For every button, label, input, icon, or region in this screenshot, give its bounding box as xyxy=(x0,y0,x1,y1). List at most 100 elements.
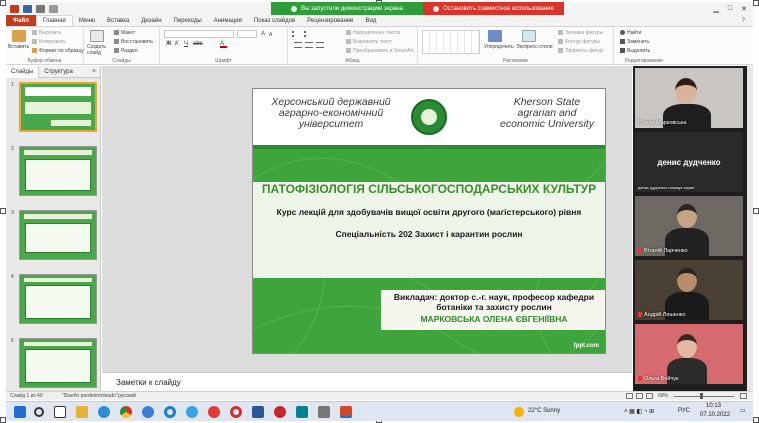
save-icon[interactable] xyxy=(23,4,32,13)
app-blue-icon[interactable] xyxy=(142,406,154,418)
slide-thumbnail-1[interactable]: 1 xyxy=(9,82,99,134)
quick-styles-button[interactable]: Экспресс-стили xyxy=(516,44,553,50)
strike-icon[interactable]: abc xyxy=(193,41,203,47)
tab-home[interactable]: Главная xyxy=(35,15,73,26)
current-slide[interactable]: Херсонський державний аграрно-економічни… xyxy=(252,88,606,354)
bold-icon[interactable]: Ж xyxy=(166,41,171,47)
language-indicator[interactable]: русский xyxy=(118,393,136,399)
section-button[interactable]: Раздел xyxy=(114,48,138,54)
text-direction-button[interactable]: Направление текста xyxy=(346,30,400,36)
tab-review[interactable]: Рецензирование xyxy=(301,15,359,26)
stop-share-button[interactable]: Остановить совместное использование xyxy=(423,2,564,15)
zoom-level[interactable]: 69% xyxy=(658,393,668,399)
maximize-icon[interactable]: □ xyxy=(728,5,732,12)
task-view-icon[interactable] xyxy=(54,406,66,418)
search-icon[interactable] xyxy=(34,407,44,417)
shape-outline-button[interactable]: Контур фигуры xyxy=(558,39,600,45)
input-language[interactable]: РУС xyxy=(678,408,690,414)
undo-icon[interactable] xyxy=(36,4,45,13)
telegram-icon[interactable] xyxy=(186,406,198,418)
italic-icon[interactable]: К xyxy=(175,41,179,47)
tab-outline[interactable]: Структура xyxy=(39,69,77,75)
fit-slide-icon[interactable] xyxy=(740,393,747,399)
close-icon[interactable]: ✕ xyxy=(741,5,747,13)
tab-menu[interactable]: Меню xyxy=(73,15,101,26)
view-normal-icon[interactable] xyxy=(626,393,633,399)
clock-time[interactable]: 10:13 xyxy=(706,403,721,409)
notification-icon[interactable]: ▭ xyxy=(740,407,746,414)
new-slide-button[interactable]: Создать слайд xyxy=(87,44,109,56)
slide-subtitle-specialty[interactable]: Спеціальність 202 Захист і карантин росл… xyxy=(253,229,605,239)
opera-icon[interactable] xyxy=(230,406,242,418)
tab-file[interactable]: Файл xyxy=(6,15,36,26)
app-ring-icon[interactable] xyxy=(164,406,176,418)
font-color-icon[interactable]: A xyxy=(220,41,227,48)
participant-tile[interactable]: денис дудченко денис дудченко показує ек… xyxy=(635,132,743,192)
slide-thumbnail-5[interactable]: 5 xyxy=(9,338,99,390)
explorer-icon[interactable] xyxy=(76,406,88,418)
clock-date[interactable]: 07.10.2022 xyxy=(700,412,730,418)
align-center-icon[interactable] xyxy=(305,42,313,48)
view-reading-icon[interactable] xyxy=(646,393,653,399)
participant-tile[interactable]: Олена Марковська xyxy=(635,68,743,128)
zoom-slider-thumb[interactable] xyxy=(700,393,703,399)
close-panel-icon[interactable]: × xyxy=(92,68,96,75)
tab-slideshow[interactable]: Показ слайдов xyxy=(248,15,301,26)
tab-transitions[interactable]: Переходы xyxy=(168,15,208,26)
new-slide-icon[interactable] xyxy=(90,30,104,42)
slide-subtitle-course[interactable]: Курс лекцій для здобувачів вищої освіти … xyxy=(253,207,605,217)
tab-slides[interactable]: Слайды xyxy=(6,65,40,78)
tab-animations[interactable]: Анимация xyxy=(208,15,248,26)
zoom-slider[interactable] xyxy=(674,396,734,397)
slide-thumbnail-4[interactable]: 4 xyxy=(9,274,99,326)
shape-effects-button[interactable]: Эффекты фигур xyxy=(558,48,603,54)
font-grow-icon[interactable]: A xyxy=(261,31,265,37)
paste-button[interactable]: Вставить xyxy=(8,44,29,50)
font-size-select[interactable] xyxy=(237,30,257,38)
word-icon[interactable] xyxy=(252,406,264,418)
chrome-icon[interactable] xyxy=(120,406,132,418)
numbering-icon[interactable] xyxy=(304,31,312,37)
tray-icons[interactable]: ˄ ▦ ◧ ◔ ⊞ xyxy=(624,408,654,415)
minimize-icon[interactable]: ▁ xyxy=(714,5,719,13)
lecturer-name[interactable]: МАРКОВСЬКА ОЛЕНА ЄВГЕНІЇВНА xyxy=(381,314,605,324)
app-red-icon[interactable] xyxy=(274,406,286,418)
copy-button[interactable]: Копировать xyxy=(32,39,66,45)
weather-text[interactable]: 22°C Sunny xyxy=(528,408,560,414)
participant-tile[interactable]: Ольга Бойчук xyxy=(635,324,743,384)
participant-tile[interactable]: Андрій Ляшенко xyxy=(635,260,743,320)
align-right-icon[interactable] xyxy=(316,42,324,48)
bullets-icon[interactable] xyxy=(292,31,300,37)
app-teal-icon[interactable] xyxy=(296,406,308,418)
layout-button[interactable]: Макет xyxy=(114,30,135,36)
underline-icon[interactable]: Ч xyxy=(184,41,188,47)
help-icon[interactable]: ? xyxy=(742,18,745,24)
slide-thumbnail-3[interactable]: 3 xyxy=(9,210,99,262)
find-button[interactable]: Найти xyxy=(620,30,641,36)
participant-tile[interactable]: Віталій Ларченко xyxy=(635,196,743,256)
arrange-icon[interactable] xyxy=(488,30,502,42)
tab-view[interactable]: Вид xyxy=(360,15,383,26)
format-painter-button[interactable]: Формат по образцу xyxy=(32,48,84,54)
smartart-button[interactable]: Преобразовать в SmartArt xyxy=(346,48,414,54)
align-left-icon[interactable] xyxy=(294,42,302,48)
redo-icon[interactable] xyxy=(49,4,58,13)
edge-icon[interactable] xyxy=(98,406,110,418)
lecturer-text[interactable]: Викладач: доктор с.-г. наук, професор ка… xyxy=(381,292,605,312)
shape-fill-button[interactable]: Заливка фигуры xyxy=(558,30,603,36)
cut-button[interactable]: Вырезать xyxy=(32,30,61,36)
windows-start-icon[interactable] xyxy=(14,406,26,418)
tab-design[interactable]: Дизайн xyxy=(135,15,167,26)
notes-pane[interactable]: Заметки к слайду xyxy=(102,372,632,391)
shapes-gallery[interactable] xyxy=(422,30,480,54)
replace-button[interactable]: Заменить xyxy=(620,39,649,45)
quick-styles-icon[interactable] xyxy=(522,30,536,42)
powerpoint-icon[interactable] xyxy=(340,406,352,418)
tab-insert[interactable]: Вставка xyxy=(101,15,135,26)
slide-title[interactable]: ПАТОФІЗІОЛОГІЯ СІЛЬСЬКОГОСПОДАРСЬКИХ КУЛ… xyxy=(253,182,605,196)
font-name-select[interactable] xyxy=(164,30,234,38)
app-gray-icon[interactable] xyxy=(318,406,330,418)
slide-thumbnail-2[interactable]: 2 xyxy=(9,146,99,198)
arrange-button[interactable]: Упорядочить xyxy=(484,44,514,50)
paste-icon[interactable] xyxy=(12,30,26,42)
